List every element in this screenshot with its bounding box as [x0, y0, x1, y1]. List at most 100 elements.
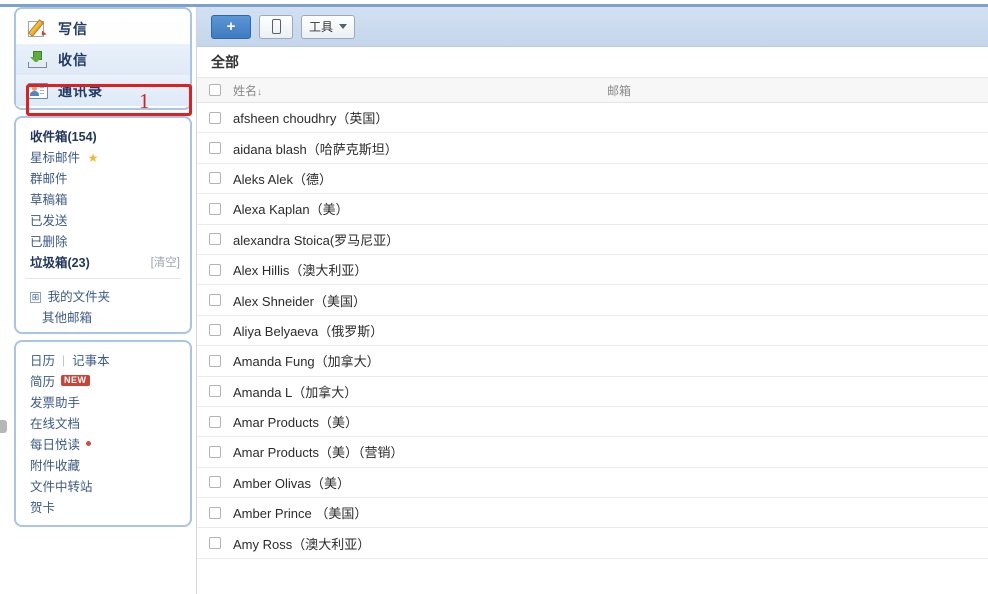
tools-dropdown-button[interactable]: 工具 [301, 14, 356, 39]
column-header-email[interactable]: 邮箱 [607, 82, 988, 99]
table-row[interactable]: Aleks Alek（德） [197, 163, 988, 195]
contact-name: Amar Products（美） [233, 415, 358, 431]
table-row[interactable]: Alex Hillis（澳大利亚） [197, 254, 988, 286]
tool-item-invoice-assistant[interactable]: 发票助手 [16, 391, 190, 412]
tool-label-calendar[interactable]: 日历 [30, 350, 55, 369]
folder-label: 我的文件夹 [47, 290, 111, 304]
row-checkbox-cell[interactable] [197, 233, 233, 246]
row-checkbox[interactable] [209, 172, 221, 185]
sidebar-item-compose[interactable]: 写信 [16, 13, 190, 44]
row-checkbox[interactable] [209, 142, 221, 155]
row-checkbox-cell[interactable] [197, 476, 233, 489]
select-all-checkbox-cell[interactable] [197, 84, 233, 96]
add-contact-button[interactable]: + [211, 14, 251, 39]
row-checkbox[interactable] [209, 354, 221, 367]
tool-item-resume[interactable]: 简历 NEW [16, 370, 190, 391]
row-checkbox-cell[interactable] [197, 324, 233, 337]
sidebar-item-contacts[interactable]: 通讯录 [16, 75, 190, 106]
folder-item-drafts[interactable]: 草稿箱 [16, 188, 190, 209]
table-row[interactable]: afsheen choudhry（英国） [197, 103, 988, 134]
folder-item-my-folders[interactable]: ⊞ 我的文件夹 [16, 285, 190, 306]
column-header-name[interactable]: 姓名↓ [233, 82, 607, 99]
tool-item-calendar-notebook[interactable]: 日历 | 记事本 [16, 349, 190, 370]
folder-item-deleted[interactable]: 已删除 [16, 230, 190, 251]
tool-item-file-transfer[interactable]: 文件中转站 [16, 475, 190, 496]
tools-dropdown-label: 工具 [309, 20, 334, 34]
tool-item-attachment-favorites[interactable]: 附件收藏 [16, 454, 190, 475]
row-checkbox-cell[interactable] [197, 415, 233, 428]
row-checkbox[interactable] [209, 506, 221, 519]
row-checkbox[interactable] [209, 202, 221, 215]
column-header-name-label: 姓名 [233, 83, 258, 98]
table-row[interactable]: Amber Olivas（美） [197, 467, 988, 499]
import-phone-contacts-button[interactable] [259, 14, 293, 39]
top-white-edge [0, 0, 988, 4]
row-checkbox[interactable] [209, 445, 221, 458]
row-checkbox-cell[interactable] [197, 263, 233, 276]
contact-name: Amy Ross（澳大利亚） [233, 536, 371, 552]
tool-item-greeting-card[interactable]: 贺卡 [16, 496, 190, 517]
expand-plus-icon[interactable]: ⊞ [30, 292, 41, 304]
row-checkbox[interactable] [209, 537, 221, 550]
row-checkbox-cell[interactable] [197, 172, 233, 185]
row-checkbox-cell[interactable] [197, 294, 233, 307]
table-row[interactable]: aidana blash（哈萨克斯坦） [197, 133, 988, 164]
sidebar-item-receive-label: 收信 [58, 51, 88, 68]
select-all-checkbox[interactable] [209, 84, 221, 96]
row-checkbox-cell[interactable] [197, 537, 233, 550]
row-checkbox[interactable] [209, 263, 221, 276]
row-checkbox[interactable] [209, 476, 221, 489]
contact-name: Amanda L（加拿大） [233, 384, 358, 400]
folder-item-trash[interactable]: 垃圾箱(23) [清空] [16, 251, 190, 272]
table-row[interactable]: Amber Prince （美国） [197, 498, 988, 529]
table-row[interactable]: Amar Products（美） [197, 406, 988, 438]
row-checkbox[interactable] [209, 385, 221, 398]
row-checkbox-cell[interactable] [197, 445, 233, 458]
table-row[interactable]: alexandra Stoica(罗马尼亚） [197, 224, 988, 255]
table-row[interactable]: Amar Products（美）（营销） [197, 437, 988, 468]
row-checkbox-cell[interactable] [197, 354, 233, 367]
row-checkbox-cell[interactable] [197, 111, 233, 124]
folder-item-inbox[interactable]: 收件箱(154) [16, 125, 190, 146]
row-checkbox[interactable] [209, 233, 221, 246]
compose-pencil-icon [27, 19, 48, 38]
row-checkbox[interactable] [209, 294, 221, 307]
tool-label-notebook[interactable]: 记事本 [72, 350, 110, 369]
trash-clear-link[interactable]: [清空] [151, 254, 180, 270]
contact-name: Alex Hillis（澳大利亚） [233, 263, 368, 279]
new-badge: NEW [61, 375, 90, 386]
table-row[interactable]: Amy Ross（澳大利亚） [197, 528, 988, 559]
table-row[interactable]: Amanda L（加拿大） [197, 376, 988, 407]
row-checkbox-cell[interactable] [197, 202, 233, 215]
contact-name: Aliya Belyaeva（俄罗斯） [233, 323, 384, 339]
sidebar: 写信 收信 通讯录 收件箱(154) 星标邮件 ★ 群邮件 草稿箱 已发送 已删… [14, 7, 192, 594]
row-checkbox-cell[interactable] [197, 506, 233, 519]
folder-item-group-mail[interactable]: 群邮件 [16, 167, 190, 188]
table-row[interactable]: Alexa Kaplan（美） [197, 194, 988, 225]
row-checkbox[interactable] [209, 415, 221, 428]
table-row[interactable]: Amanda Fung（加拿大） [197, 346, 988, 377]
folder-label: 收件箱(154) [30, 130, 97, 144]
tool-item-online-docs[interactable]: 在线文档 [16, 412, 190, 433]
tool-item-daily-reading[interactable]: 每日悦读 [16, 433, 190, 454]
contacts-toolbar: + 工具 [197, 7, 988, 47]
contact-group-title: 全部 [211, 54, 239, 70]
tool-label: 每日悦读 [30, 438, 81, 452]
folder-label: 已发送 [30, 214, 68, 228]
folder-item-sent[interactable]: 已发送 [16, 209, 190, 230]
sidebar-item-receive[interactable]: 收信 [16, 44, 190, 75]
tool-divider: | [62, 352, 66, 367]
folder-item-other-mailbox[interactable]: 其他邮箱 [16, 306, 190, 327]
contacts-list: afsheen choudhry（英国） aidana blash（哈萨克斯坦） A… [197, 103, 988, 559]
contacts-table-header: 姓名↓ 邮箱 [197, 77, 988, 103]
sidebar-collapse-handle[interactable] [0, 420, 7, 433]
folder-item-starred[interactable]: 星标邮件 ★ [16, 146, 190, 167]
table-row[interactable]: Aliya Belyaeva（俄罗斯） [197, 315, 988, 347]
row-checkbox-cell[interactable] [197, 142, 233, 155]
table-row[interactable]: Alex Shneider（美国） [197, 285, 988, 316]
sidebar-item-contacts-label: 通讯录 [58, 82, 103, 99]
row-checkbox-cell[interactable] [197, 385, 233, 398]
tool-label: 在线文档 [30, 417, 81, 431]
row-checkbox[interactable] [209, 111, 221, 124]
row-checkbox[interactable] [209, 324, 221, 337]
